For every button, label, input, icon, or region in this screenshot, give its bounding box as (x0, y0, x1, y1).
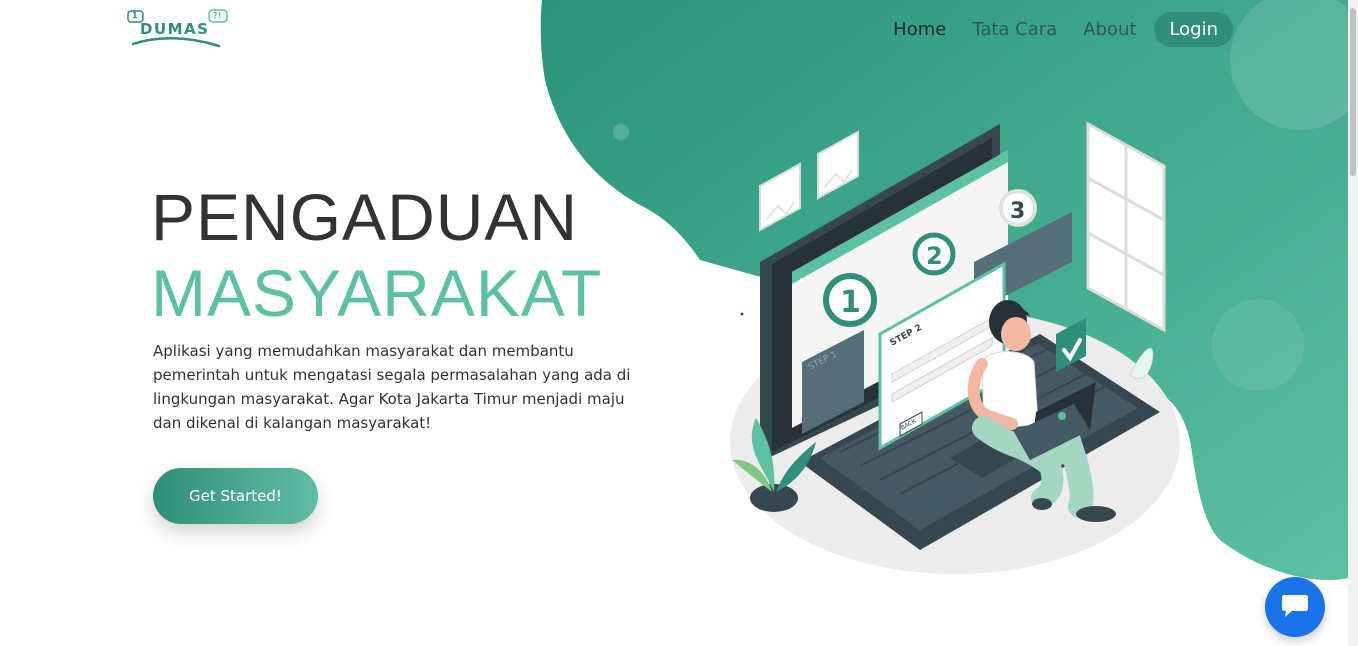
hero-description: Aplikasi yang memudahkan masyarakat dan … (153, 342, 631, 432)
login-button[interactable]: Login (1154, 12, 1233, 47)
illustration-step-2: 2 (926, 242, 943, 270)
nav-item-tata-cara[interactable]: Tata Cara (972, 19, 1057, 40)
nav-item-home[interactable]: Home (893, 19, 946, 40)
get-started-button[interactable]: Get Started! (153, 468, 318, 524)
hero-illustration: STEP 1 1 2 3 STEP 2 BACK (730, 121, 1180, 574)
nav-item-about[interactable]: About (1083, 19, 1136, 40)
hero-title-line2: MASYARAKAT (151, 256, 603, 330)
dumas-logo[interactable]: 1 ?! DUMAS (127, 8, 229, 50)
main-nav: Home Tata Cara About Login (867, 11, 1233, 48)
illustration-step-1: 1 (840, 285, 861, 320)
logo-icon-left-text: 1 (132, 11, 138, 20)
window-frame (1086, 121, 1166, 333)
logo-text: DUMAS (140, 20, 210, 38)
illustration-step-3: 3 (1010, 199, 1025, 224)
chat-bubble-icon (1282, 595, 1308, 617)
page-scrollbar[interactable] (1348, 0, 1358, 646)
hero-title-line1: PENGADUAN (151, 180, 579, 254)
chat-button[interactable] (1265, 577, 1325, 637)
scrollbar-thumb[interactable] (1350, 8, 1356, 176)
logo-icon-right-text: ?! (213, 11, 222, 20)
